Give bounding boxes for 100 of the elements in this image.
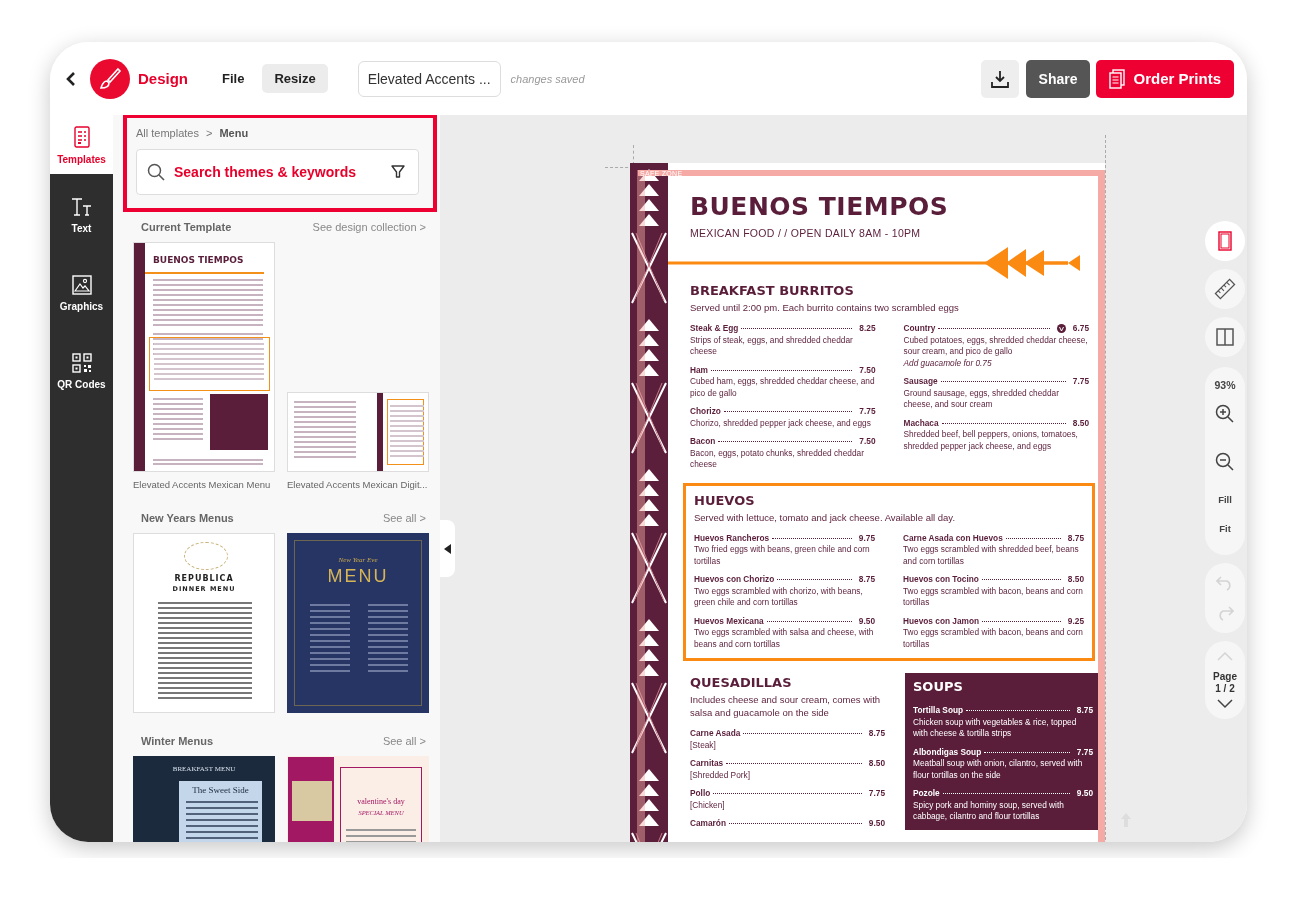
menu-item-price: 9.25 (1067, 615, 1084, 627)
text-line (368, 640, 408, 642)
see-all-link[interactable]: See all > (382, 735, 426, 747)
text-line (368, 622, 408, 624)
thumbnail-title: REPUBLICA (173, 574, 235, 583)
menu-item-name: Albondigas Soup (913, 746, 982, 758)
menu-item-price: 7.50 (859, 436, 876, 448)
text-line (390, 415, 424, 417)
document-name-field[interactable]: Elevated Accents ... (357, 60, 501, 97)
rail-tab[interactable]: Templates (50, 115, 113, 174)
text-line (368, 646, 408, 648)
menu-item-description: Strips of steak, eggs, and shredded cheddar cheese (690, 334, 854, 358)
zoom-level: 93% (1214, 379, 1236, 391)
search-icon (147, 163, 165, 181)
caret-icon (444, 543, 451, 554)
text-line (310, 634, 350, 636)
text-line (390, 405, 424, 407)
template-thumbnail[interactable]: BUENOS TIEMPOS (133, 242, 275, 472)
menu-item-description: Two eggs scrambled with chorizo, with beans, green chile and corn tortillas (694, 585, 864, 609)
collapse-panel-handle[interactable] (440, 520, 455, 577)
image-icon (71, 275, 92, 295)
menu-item-price: 8.75 (1067, 532, 1084, 544)
text-line (310, 640, 350, 642)
text-line (390, 445, 424, 447)
menu-item-name: Machaca (903, 417, 939, 429)
menu-item-description: Ground sausage, eggs, shredded cheddar cheese, and sour cream (903, 387, 1060, 411)
text-line (153, 403, 203, 405)
text-line (186, 813, 258, 815)
menu-item-note: Add guacamole for 0.75 (903, 357, 993, 369)
text-line (153, 438, 203, 440)
section-heading: HUEVOS (694, 492, 756, 508)
menu-item-name: Ham (690, 364, 708, 376)
zoom-fit-button[interactable]: Fit (1219, 514, 1231, 543)
text-line (294, 431, 356, 433)
menu-item-description: Two fried eggs with beans, green chile and corn tortillas (694, 544, 871, 567)
see-all-link[interactable]: See design collection > (312, 221, 426, 233)
page-number: 1 / 2 (1215, 683, 1235, 695)
download-button[interactable] (980, 59, 1019, 98)
see-all-link[interactable]: See all > (382, 512, 426, 524)
text-line (186, 831, 258, 833)
menu-item-description: Meatball soup with onion, cilantro, served with flour tortillas on the side (913, 758, 1084, 781)
text-line (310, 622, 350, 624)
text-line (368, 610, 408, 612)
section-title: New Years Menus (141, 512, 234, 524)
text-line (390, 410, 424, 412)
menu-item-name: Huevos con Jamon (903, 615, 980, 627)
share-button[interactable]: Share (1025, 59, 1091, 98)
menu-item-price: 7.50 (859, 364, 876, 376)
text-line (294, 446, 356, 448)
menu-item-price: 8.75 (1076, 705, 1093, 717)
zoom-out-icon[interactable] (1215, 452, 1235, 472)
view-tool-button[interactable] (1205, 221, 1245, 261)
filter-icon[interactable] (391, 165, 405, 179)
menu-item-name: Pollo (690, 788, 711, 800)
search-field[interactable]: Search themes & keywords (136, 149, 419, 195)
text-line (310, 610, 350, 612)
text-line (294, 406, 356, 408)
menu-item-name: Country (903, 323, 936, 335)
menu-item-name: Huevos con Tocino (903, 574, 979, 586)
text-line (368, 658, 408, 660)
text-line (390, 420, 424, 422)
text-line (310, 628, 350, 630)
text-line (310, 652, 350, 654)
text-line (153, 433, 203, 435)
menu-item-name: Huevos Rancheros (694, 532, 770, 544)
text-line (186, 801, 258, 803)
menu-item-description: Spicy pork and hominy soup, served with cabbage, cilantro and flour tortillas (913, 799, 1065, 823)
menu-button[interactable]: File (210, 64, 257, 93)
menu-item-price: 8.50 (868, 758, 885, 770)
breadcrumb-link[interactable]: All templates (136, 127, 199, 139)
order-prints-button[interactable]: Order Prints (1096, 59, 1234, 98)
menu-item-name: Carne Asada con Huevos (903, 532, 1003, 544)
template-caption: Elevated Accents Mexican Digit... (287, 479, 429, 490)
view-tool-button[interactable] (1205, 269, 1245, 309)
template-thumbnail[interactable] (287, 392, 429, 472)
text-line (390, 430, 424, 432)
menu-item-price: 8.25 (859, 323, 876, 335)
zoom-fill-button[interactable]: Fill (1218, 485, 1232, 514)
thumbnail-title: The Sweet Side (191, 785, 250, 795)
text-line (390, 425, 424, 427)
back-icon[interactable] (64, 70, 78, 87)
menu-item-price: 9.50 (1076, 788, 1093, 800)
text-line (390, 455, 424, 457)
chevron-down-icon[interactable] (1217, 699, 1233, 709)
menu-title: BUENOS TIEMPOS (690, 192, 950, 221)
menu-item-description: Cubed ham, eggs, shredded cheddar cheese, and pico de gallo (690, 376, 876, 399)
menu-item-name: Steak & Egg (690, 323, 739, 335)
menu-item-description: Chicken soup with vegetables & rice, topped with cheese & tortilla strips (913, 716, 1078, 740)
photo-placeholder (292, 781, 332, 821)
zoom-in-icon[interactable] (1215, 404, 1235, 424)
section-description: Includes cheese and sour cream, comes with salsa and guacamole on the side (690, 693, 882, 719)
menu-item-price: 9.75 (858, 532, 875, 544)
section-description: Served with lettuce, tomato and jack cheese. Available all day. (694, 510, 957, 524)
download-icon (990, 69, 1009, 88)
section-title: Winter Menus (141, 735, 213, 747)
save-status: changes saved (510, 72, 585, 85)
menu-button[interactable]: Resize (262, 64, 328, 93)
menu-item-name: Huevos Mexicana (694, 615, 764, 627)
view-tool-button[interactable] (1205, 317, 1245, 357)
thumbnail-title: valentine's day (356, 797, 406, 806)
